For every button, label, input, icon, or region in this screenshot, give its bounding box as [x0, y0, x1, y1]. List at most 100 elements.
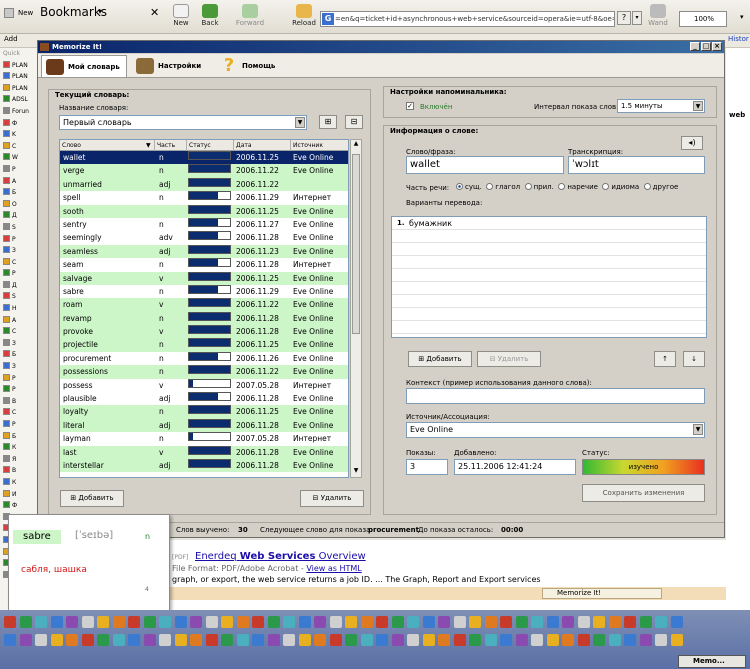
context-input[interactable]: [406, 388, 705, 404]
sidebar-bookmark[interactable]: О: [0, 199, 39, 211]
quicklaunch-icon[interactable]: [546, 616, 559, 628]
sidebar-bookmark[interactable]: Б: [0, 187, 39, 199]
source-select[interactable]: Eve Online ▼: [406, 422, 705, 438]
quicklaunch-icon[interactable]: [546, 634, 559, 646]
table-row[interactable]: sentry n 2006.11.27 Eve Online: [60, 217, 348, 232]
dictionary-select[interactable]: Первый словарь ▼: [59, 115, 307, 130]
word-reminder-popup[interactable]: sabre [ˈseɪbə] n сабля, шашка 4: [8, 514, 170, 612]
quicklaunch-icon[interactable]: [453, 616, 466, 628]
sidebar-bookmark[interactable]: В: [0, 396, 39, 408]
scroll-thumb[interactable]: [352, 154, 360, 334]
quicklaunch-icon[interactable]: [593, 634, 605, 646]
quicklaunch-icon[interactable]: [422, 634, 435, 646]
quicklaunch-icon[interactable]: [376, 616, 388, 628]
table-row[interactable]: procurement n 2006.11.26 Eve Online: [60, 351, 348, 366]
quicklaunch-icon[interactable]: [531, 634, 543, 646]
minimize-button[interactable]: _: [690, 42, 700, 51]
taskbar-memo-button[interactable]: Memo...: [678, 655, 746, 668]
quicklaunch-icon[interactable]: [391, 634, 404, 646]
quicklaunch-icon[interactable]: [4, 634, 16, 646]
quicklaunch-icon[interactable]: [35, 634, 47, 646]
quicklaunch-icon[interactable]: [97, 634, 109, 646]
quicklaunch-icon[interactable]: [624, 634, 636, 646]
sidebar-bookmark[interactable]: Ф: [0, 500, 39, 512]
pos-other-radio[interactable]: другое: [643, 183, 678, 191]
table-row[interactable]: seamless adj 2006.11.23 Eve Online: [60, 244, 348, 259]
sidebar-bookmark[interactable]: Б: [0, 349, 39, 361]
scroll-down-icon[interactable]: ▼: [351, 467, 361, 477]
close-icon[interactable]: ✕: [150, 6, 159, 19]
new-label[interactable]: New: [18, 9, 33, 17]
quicklaunch-icon[interactable]: [19, 634, 32, 646]
sidebar-bookmark[interactable]: Д: [0, 280, 39, 292]
quicklaunch-icon[interactable]: [407, 634, 419, 646]
zoom-control[interactable]: 100%: [679, 11, 727, 27]
sidebar-bookmark[interactable]: PLAN: [0, 60, 39, 72]
add-bookmark[interactable]: Add: [4, 35, 18, 43]
table-row[interactable]: salvage v 2006.11.25 Eve Online: [60, 271, 348, 285]
quicklaunch-icon[interactable]: [190, 616, 202, 628]
pos-verb-radio[interactable]: глагол: [486, 183, 520, 191]
scroll-up-icon[interactable]: ▲: [351, 140, 361, 150]
sidebar-bookmark[interactable]: Б: [0, 431, 39, 443]
quicklaunch-icon[interactable]: [174, 616, 187, 628]
pronounce-button[interactable]: ◂): [681, 136, 703, 150]
quicklaunch-icon[interactable]: [500, 634, 512, 646]
sidebar-bookmark[interactable]: В: [0, 465, 39, 477]
quicklaunch-icon[interactable]: [407, 616, 419, 628]
quick-find[interactable]: Quick: [0, 48, 39, 60]
delete-word-button[interactable]: ⊟ Удалить: [300, 490, 364, 507]
sidebar-bookmark[interactable]: Н: [0, 303, 39, 315]
quicklaunch-icon[interactable]: [670, 616, 683, 628]
quicklaunch-icon[interactable]: [376, 634, 388, 646]
quicklaunch-icon[interactable]: [205, 634, 218, 646]
quicklaunch-icon[interactable]: [593, 616, 605, 628]
sidebar-bookmark[interactable]: Р: [0, 373, 39, 385]
move-down-button[interactable]: ↓: [683, 351, 705, 367]
remove-dictionary-button[interactable]: ⊟: [345, 115, 363, 129]
quicklaunch-icon[interactable]: [35, 616, 47, 628]
bookmarks-dropdown-icon[interactable]: ▾: [98, 7, 102, 16]
quicklaunch-icon[interactable]: [655, 634, 667, 646]
table-row[interactable]: seemingly adv 2006.11.28 Eve Online: [60, 231, 348, 245]
quicklaunch-icon[interactable]: [562, 616, 574, 628]
quicklaunch-icon[interactable]: [438, 616, 450, 628]
table-row[interactable]: revamp n 2006.11.28 Eve Online: [60, 311, 348, 326]
delete-translation-button[interactable]: ⊟ Удалить: [477, 351, 541, 367]
table-row[interactable]: possessions n 2006.11.22 Eve Online: [60, 365, 348, 379]
quicklaunch-icon[interactable]: [314, 616, 326, 628]
quicklaunch-icon[interactable]: [577, 616, 590, 628]
sidebar-bookmark[interactable]: S: [0, 291, 39, 303]
quicklaunch-icon[interactable]: [159, 616, 171, 628]
quicklaunch-icon[interactable]: [608, 634, 621, 646]
table-row[interactable]: provoke v 2006.11.28 Eve Online: [60, 325, 348, 339]
table-row[interactable]: wallet n 2006.11.25 Eve Online: [60, 151, 348, 165]
quicklaunch-icon[interactable]: [81, 616, 94, 628]
table-row[interactable]: plausible adj 2006.11.28 Eve Online: [60, 392, 348, 406]
sidebar-bookmark[interactable]: С: [0, 407, 39, 419]
wand-button[interactable]: Wand: [647, 2, 669, 32]
quicklaunch-icon[interactable]: [298, 616, 311, 628]
quicklaunch-icon[interactable]: [50, 634, 63, 646]
table-row[interactable]: roam v 2006.11.22 Eve Online: [60, 298, 348, 312]
table-row[interactable]: interstellar adj 2006.11.28 Eve Online: [60, 458, 348, 473]
quicklaunch-icon[interactable]: [236, 616, 249, 628]
close-window-button[interactable]: ×: [712, 42, 722, 51]
quicklaunch-icon[interactable]: [252, 634, 264, 646]
header-word[interactable]: Слово: [60, 140, 155, 151]
bookmarks-label[interactable]: Bookmarks: [40, 5, 107, 19]
add-word-button[interactable]: ⊞ Добавить: [60, 490, 124, 507]
table-row[interactable]: literal adj 2006.11.28 Eve Online: [60, 418, 348, 433]
sidebar-bookmark[interactable]: К: [0, 477, 39, 489]
quicklaunch-icon[interactable]: [655, 616, 667, 628]
quicklaunch-icon[interactable]: [112, 616, 125, 628]
quicklaunch-icon[interactable]: [112, 634, 125, 646]
quicklaunch-icon[interactable]: [639, 634, 652, 646]
header-source[interactable]: Источник: [291, 140, 348, 151]
quicklaunch-icon[interactable]: [639, 616, 652, 628]
tab-my-dictionary[interactable]: Мой словарь: [41, 55, 127, 77]
quicklaunch-icon[interactable]: [484, 616, 497, 628]
quicklaunch-icon[interactable]: [143, 634, 156, 646]
view-as-html-link[interactable]: View as HTML: [306, 564, 361, 573]
table-row[interactable]: layman n 2007.05.28 Интернет: [60, 432, 348, 446]
